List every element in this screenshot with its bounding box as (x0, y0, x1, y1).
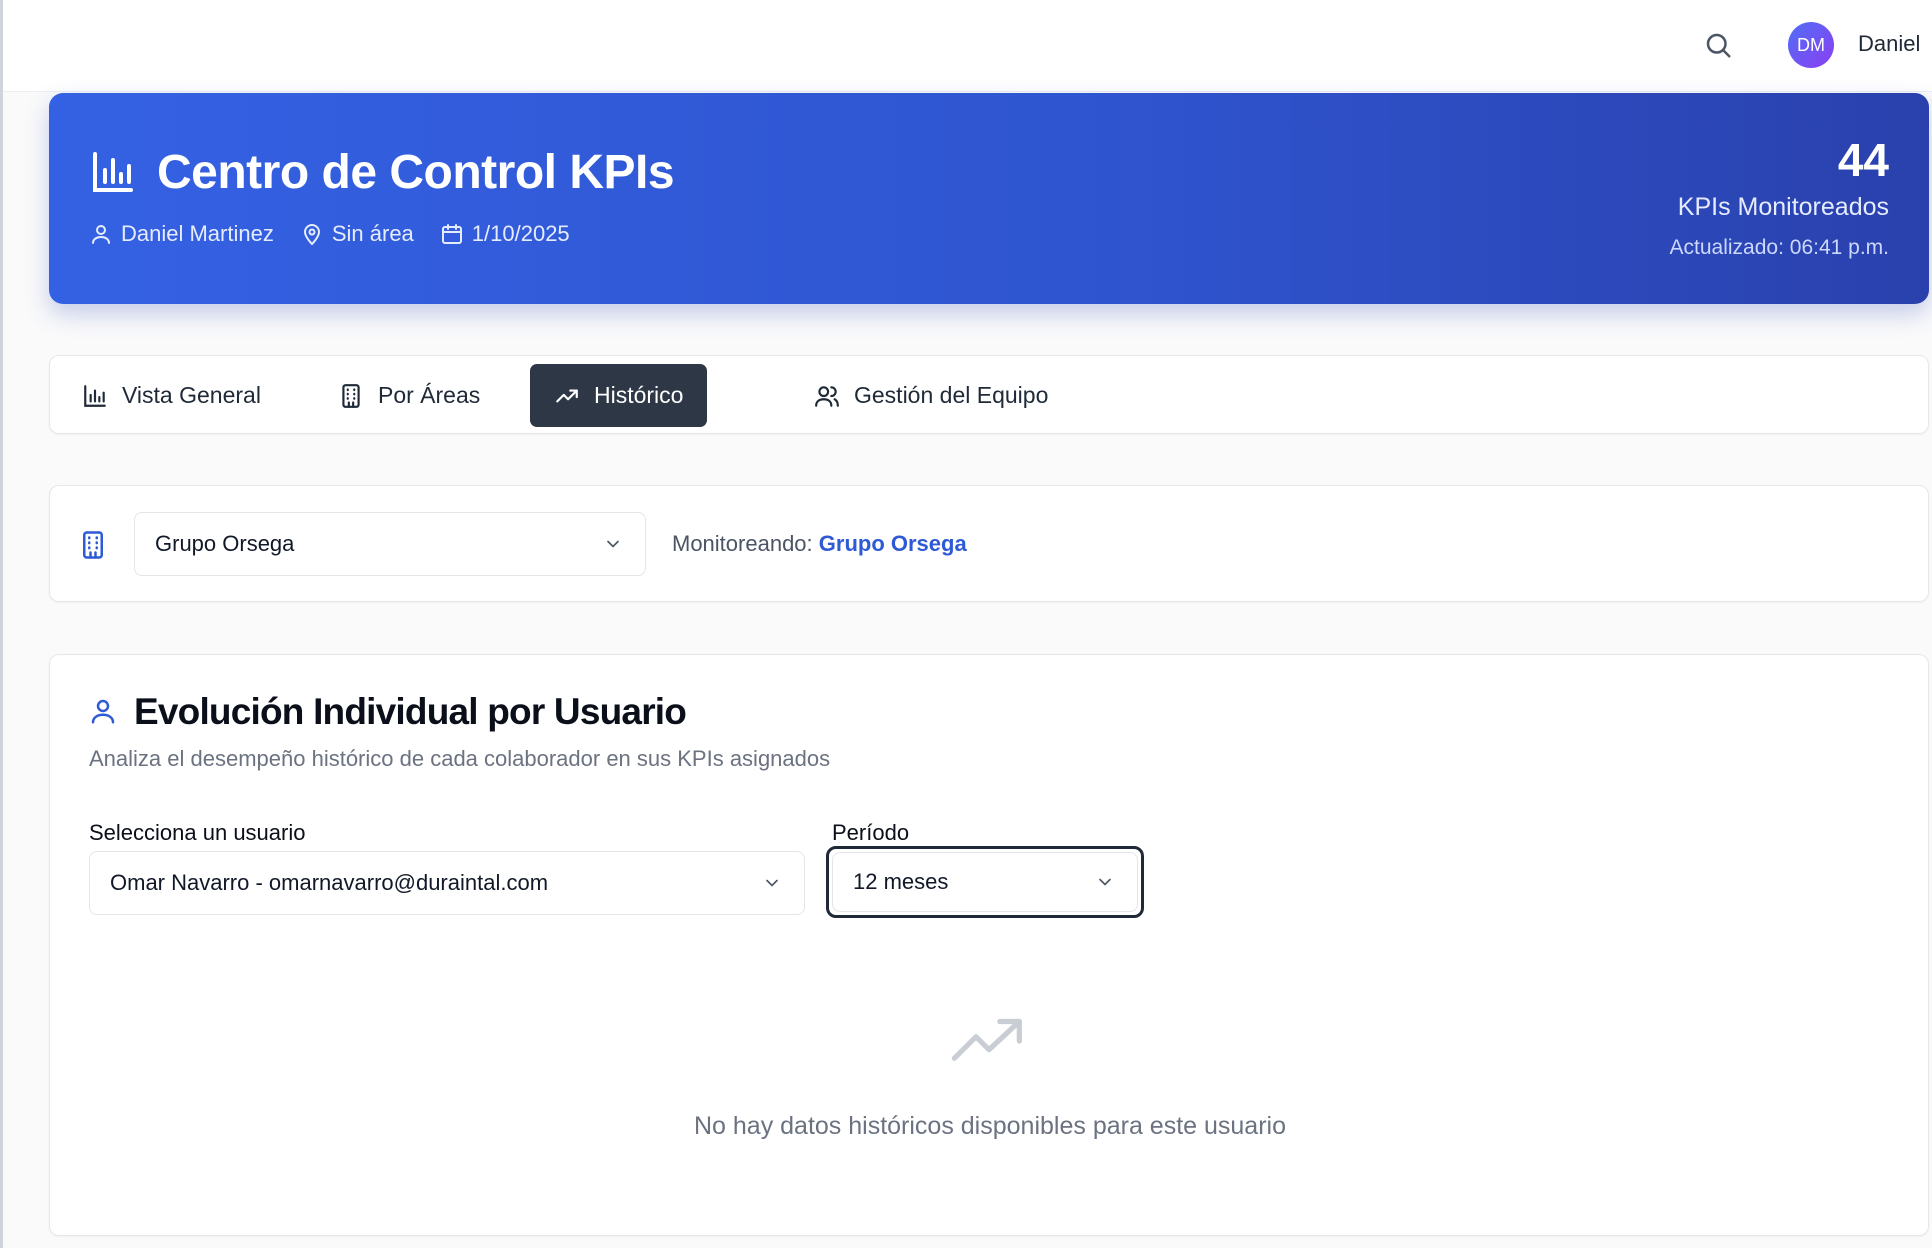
organization-selector-card: Grupo Orsega Monitoreando: Grupo Orsega (49, 485, 1929, 602)
kpi-count: 44 (1837, 134, 1889, 186)
trending-up-icon (951, 1018, 1022, 1061)
updated-time: Actualizado: 06:41 p.m. (1669, 236, 1889, 259)
user-evolution-card: Evolución Individual por Usuario Analiza… (49, 654, 1929, 1236)
tab-gestion-equipo[interactable]: Gestión del Equipo (790, 364, 1072, 427)
monitoring-value: Grupo Orsega (818, 531, 967, 556)
tab-label: Histórico (594, 382, 684, 408)
period-select[interactable]: 12 meses (832, 852, 1138, 912)
user-icon (92, 225, 110, 244)
user-select-value: Omar Navarro - omarnavarro@duraintal.com (110, 870, 549, 895)
hero-user: Daniel Martinez (89, 221, 274, 247)
avatar[interactable]: DM (1788, 22, 1834, 68)
search-icon[interactable] (1703, 30, 1733, 60)
top-bar: DM Daniel (3, 0, 1932, 92)
bar-chart-icon (84, 384, 106, 407)
user-icon (91, 699, 115, 724)
chevron-down-icon (1099, 878, 1111, 886)
hero-area-label: Sin área (331, 221, 414, 246)
tab-vista-general[interactable]: Vista General (58, 364, 285, 427)
calendar-icon (441, 224, 462, 244)
period-select-focus-ring: 12 meses (826, 846, 1144, 918)
hero-area: Sin área (300, 221, 414, 247)
empty-state-message: No hay datos históricos disponibles para… (693, 1112, 1286, 1140)
building-icon (83, 531, 103, 559)
period-select-label: Período (832, 820, 910, 845)
tab-historico[interactable]: Histórico (530, 364, 708, 427)
tab-label: Vista General (122, 382, 261, 408)
hero-date: 1/10/2025 (440, 221, 570, 247)
map-pin-icon (303, 224, 320, 246)
hero-banner: Centro de Control KPIs Daniel Martinez S… (49, 93, 1929, 304)
tab-por-areas[interactable]: Por Áreas (314, 364, 504, 427)
user-select[interactable]: Omar Navarro - omarnavarro@duraintal.com (89, 851, 805, 915)
organization-select-value: Grupo Orsega (155, 531, 295, 556)
chevron-down-icon (766, 879, 778, 887)
page-title: Centro de Control KPIs (157, 146, 675, 199)
section-title: Evolución Individual por Usuario (134, 691, 687, 732)
bar-chart-icon (93, 152, 133, 192)
kpi-count-label: KPIs Monitoreados (1677, 193, 1889, 221)
users-icon (815, 385, 839, 407)
tab-bar: Vista General Por Áreas Histórico Gestió… (49, 355, 1929, 434)
monitoring-prefix: Monitoreando: (672, 531, 813, 556)
tab-label: Por Áreas (378, 382, 481, 408)
building-icon (342, 383, 360, 408)
organization-select[interactable]: Grupo Orsega (134, 512, 646, 576)
hero-date-label: 1/10/2025 (471, 221, 570, 246)
user-menu-name[interactable]: Daniel (1858, 31, 1920, 57)
user-select-label: Selecciona un usuario (89, 820, 306, 845)
tab-label: Gestión del Equipo (854, 382, 1049, 408)
hero-meta: Daniel Martinez Sin área 1/10/2025 (89, 221, 596, 247)
section-subtitle: Analiza el desempeño histórico de cada c… (89, 746, 831, 771)
chevron-down-icon (607, 540, 619, 548)
monitoring-status: Monitoreando: Grupo Orsega (672, 531, 967, 557)
period-select-value: 12 meses (853, 869, 949, 894)
trending-up-icon (556, 389, 578, 402)
hero-user-name: Daniel Martinez (121, 221, 274, 246)
